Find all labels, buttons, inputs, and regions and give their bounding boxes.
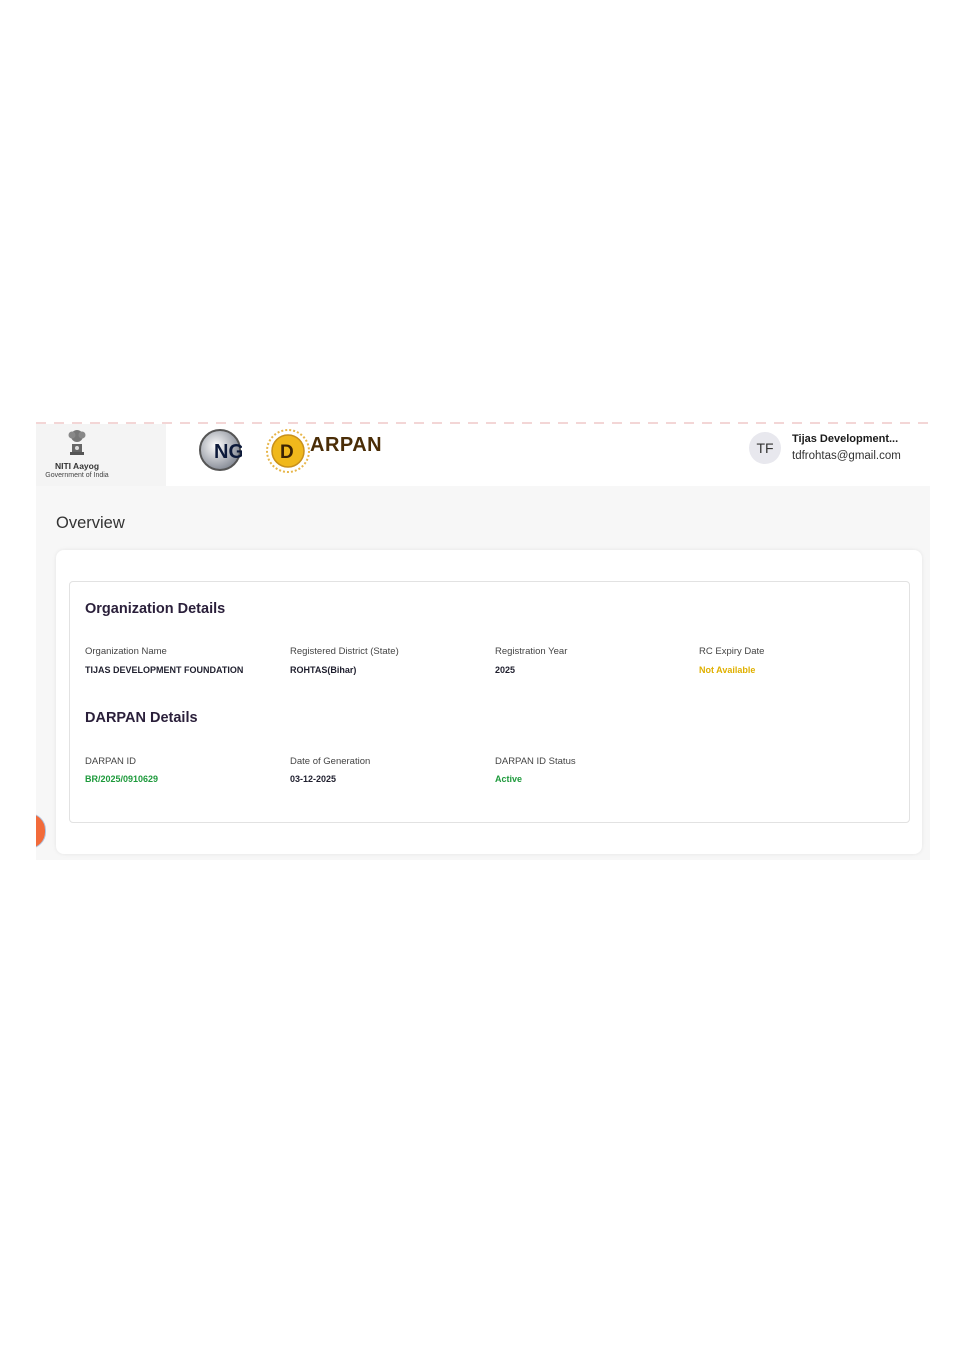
organization-name-label: Organization Name: [85, 646, 167, 657]
ngo-logo-text: NG: [214, 441, 242, 463]
details-panel: Organization Details Organization Name T…: [69, 581, 910, 823]
darpan-logo-word: ARPAN: [310, 434, 383, 456]
darpan-logo-letter: D: [280, 442, 294, 463]
registered-district-value: ROHTAS(Bihar): [290, 665, 357, 675]
date-of-generation-label: Date of Generation: [290, 756, 371, 767]
floating-help-button[interactable]: [36, 813, 46, 849]
user-name[interactable]: Tijas Development...: [792, 433, 898, 445]
niti-aayog-subtitle: Government of India: [45, 472, 109, 479]
app-header: NITI Aayog Government of India NG D ARPA…: [36, 424, 930, 486]
registered-district-label: Registered District (State): [290, 646, 399, 657]
page-title: Overview: [56, 514, 125, 532]
rc-expiry-date-value: Not Available: [699, 665, 756, 675]
darpan-id-status-label: DARPAN ID Status: [495, 756, 576, 767]
organization-name-value: TIJAS DEVELOPMENT FOUNDATION: [85, 665, 244, 675]
darpan-id-label: DARPAN ID: [85, 756, 137, 767]
national-emblem-icon: [68, 430, 86, 455]
darpan-id-value: BR/2025/0910629: [85, 774, 159, 784]
niti-aayog-name: NITI Aayog: [54, 461, 100, 471]
ngo-logo-icon[interactable]: NG: [198, 428, 242, 472]
darpan-id-status-value: Active: [495, 774, 523, 784]
niti-aayog-brand[interactable]: NITI Aayog Government of India: [36, 424, 166, 486]
darpan-overview-screen: NITI Aayog Government of India NG D ARPA…: [36, 422, 930, 860]
darpan-details-title: DARPAN Details: [85, 710, 198, 726]
user-avatar[interactable]: TF: [749, 432, 781, 464]
overview-card: Organization Details Organization Name T…: [56, 550, 922, 854]
registration-year-value: 2025: [495, 665, 516, 675]
organization-details-title: Organization Details: [85, 601, 226, 617]
rc-expiry-date-label: RC Expiry Date: [699, 646, 765, 657]
user-email: tdfrohtas@gmail.com: [792, 450, 901, 462]
date-of-generation-value: 03-12-2025: [290, 774, 337, 784]
registration-year-label: Registration Year: [495, 646, 568, 657]
